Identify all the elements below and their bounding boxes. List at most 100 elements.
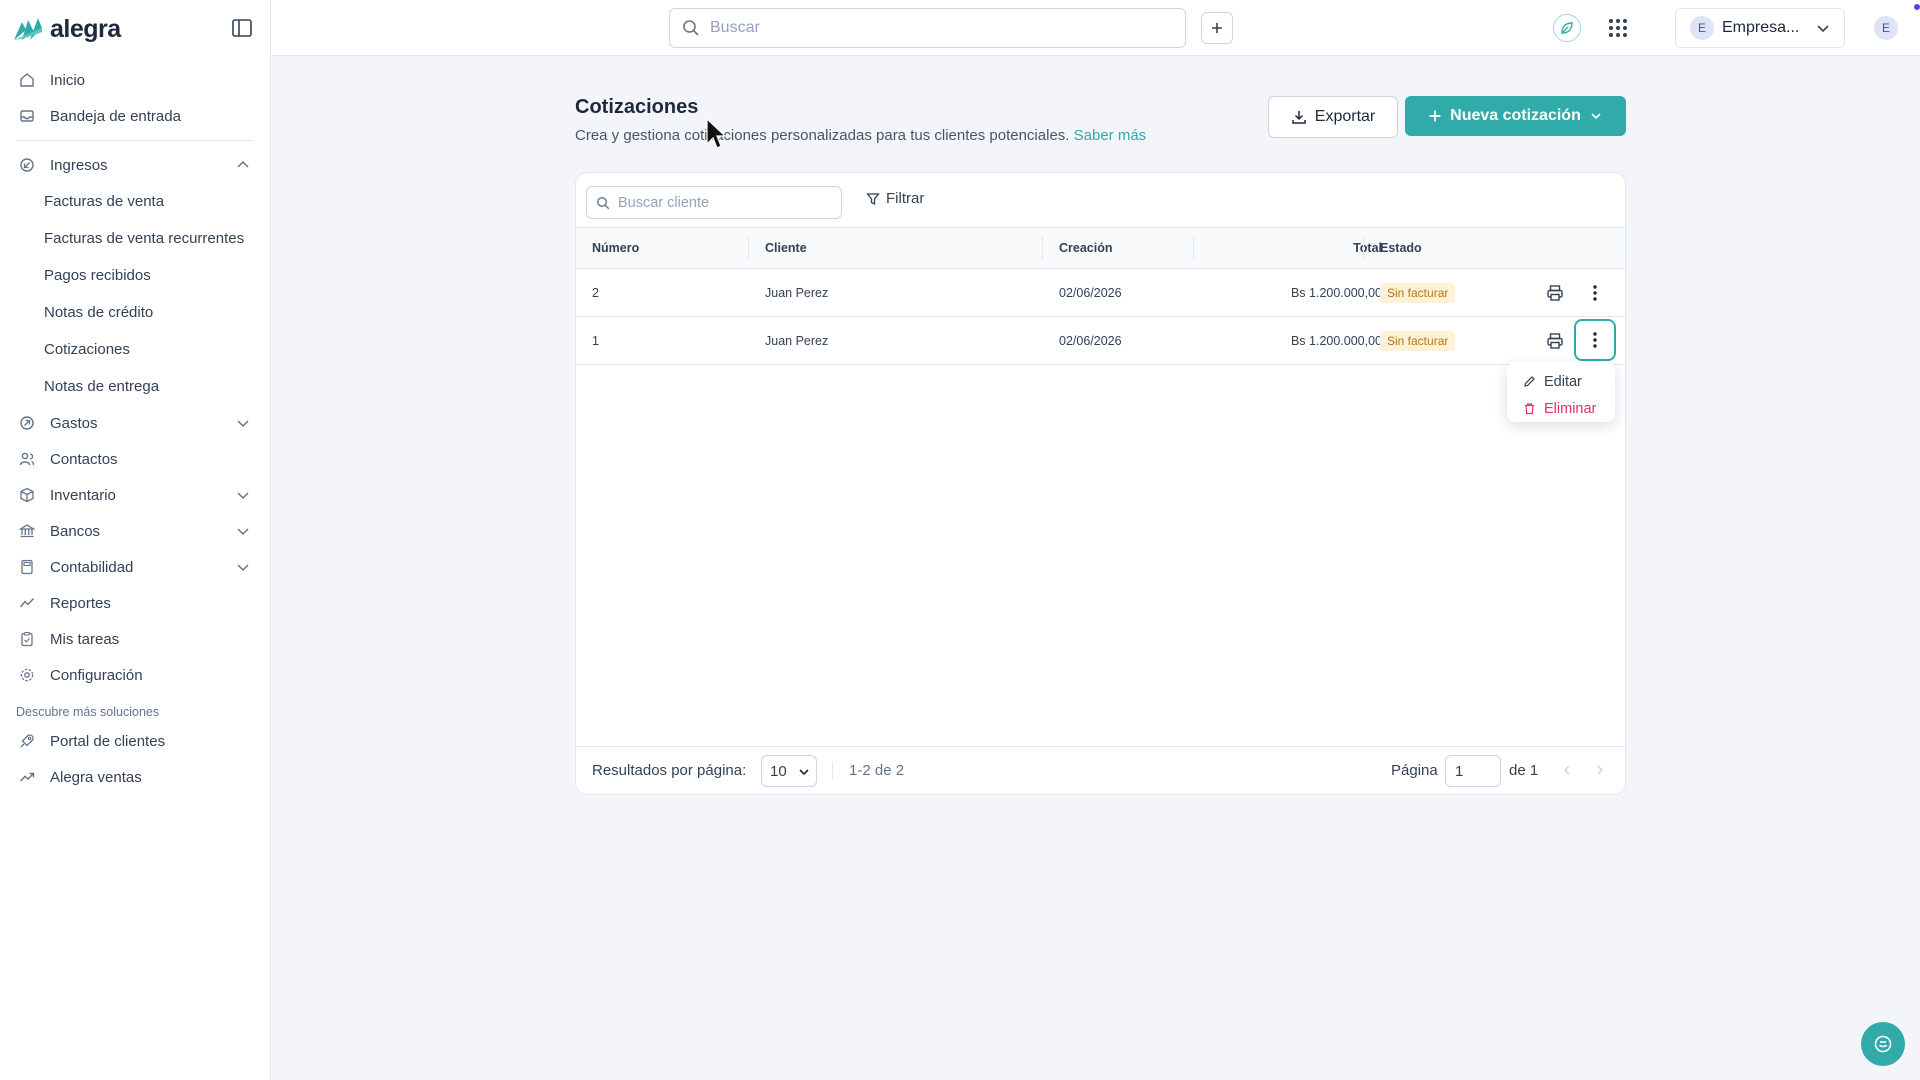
column-header-numero[interactable]: Número — [592, 228, 639, 268]
sidebar-item-label: Bandeja de entrada — [50, 107, 181, 125]
sidebar-item-inventario[interactable]: Inventario — [0, 477, 270, 513]
bank-icon — [18, 522, 36, 540]
chevron-down-icon — [799, 769, 809, 776]
sidebar: alegra Inicio Bandeja de entrada Ingreso… — [0, 0, 271, 1080]
more-vertical-icon — [1593, 285, 1597, 301]
sidebar-subitem-pagos-recibidos[interactable]: Pagos recibidos — [0, 257, 270, 294]
sidebar-item-contabilidad[interactable]: Contabilidad — [0, 549, 270, 585]
help-chat-button[interactable] — [1861, 1022, 1905, 1066]
discover-section-label: Descubre más soluciones — [16, 705, 160, 719]
export-label: Exportar — [1314, 108, 1376, 125]
chevron-down-icon — [237, 564, 249, 572]
trend-up-icon — [18, 768, 36, 786]
sidebar-item-portal-clientes[interactable]: Portal de clientes — [0, 723, 270, 759]
cell-estado: Sin facturar — [1380, 269, 1456, 316]
sidebar-item-ingresos[interactable]: Ingresos — [0, 147, 270, 183]
box-icon — [18, 486, 36, 504]
table-row[interactable]: 2 Juan Perez 02/06/2026 Bs 1.200.000,00 … — [576, 269, 1625, 317]
more-actions-button[interactable] — [1581, 279, 1609, 307]
sidebar-item-bancos[interactable]: Bancos — [0, 513, 270, 549]
sidebar-item-label: Contactos — [50, 450, 118, 468]
brand-logo[interactable]: alegra — [12, 14, 121, 44]
gear-icon — [18, 666, 36, 684]
chevron-left-icon[interactable] — [1560, 763, 1574, 777]
menu-item-delete[interactable]: Eliminar — [1507, 395, 1615, 422]
chevron-down-icon — [1591, 113, 1601, 120]
sidebar-item-alegra-ventas[interactable]: Alegra ventas — [0, 759, 270, 795]
sidebar-item-label: Reportes — [50, 594, 111, 612]
sidebar-nav: Inicio Bandeja de entrada Ingresos Factu… — [0, 62, 270, 795]
contacts-icon — [18, 450, 36, 468]
company-name: Empresa... — [1722, 19, 1800, 36]
cell-total: Bs 1.200.000,00 — [1290, 285, 1382, 300]
notification-dot — [1914, 4, 1920, 10]
sidebar-item-gastos[interactable]: Gastos — [0, 405, 270, 441]
more-actions-button-active[interactable] — [1574, 319, 1616, 361]
sidebar-item-bandeja[interactable]: Bandeja de entrada — [0, 98, 270, 134]
sidebar-item-inicio[interactable]: Inicio — [0, 62, 270, 98]
print-button[interactable] — [1541, 279, 1569, 307]
column-separator — [1363, 236, 1364, 260]
sidebar-item-label: Inicio — [50, 71, 86, 89]
sidebar-subitem-facturas-recurrentes[interactable]: Facturas de venta recurrentes — [0, 220, 270, 257]
sustainability-button[interactable] — [1553, 14, 1581, 42]
column-separator — [748, 236, 749, 260]
table-row[interactable]: 1 Juan Perez 02/06/2026 Bs 1.200.000,00 … — [576, 317, 1625, 365]
sidebar-subitem-cotizaciones[interactable]: Cotizaciones — [0, 331, 270, 368]
chevron-right-icon[interactable] — [1593, 763, 1607, 777]
sidebar-item-contactos[interactable]: Contactos — [0, 441, 270, 477]
sidebar-item-mis-tareas[interactable]: Mis tareas — [0, 621, 270, 657]
sidebar-item-label: Mis tareas — [50, 630, 120, 648]
global-search[interactable] — [669, 8, 1186, 48]
new-quote-button[interactable]: Nueva cotización — [1405, 96, 1626, 136]
company-selector[interactable]: E Empresa... — [1675, 8, 1845, 48]
sidebar-subitem-notas-credito[interactable]: Notas de crédito — [0, 294, 270, 331]
learn-more-link[interactable]: Saber más — [1074, 127, 1147, 144]
user-avatar[interactable]: E — [1874, 16, 1898, 40]
export-button[interactable]: Exportar — [1268, 96, 1398, 138]
chevron-down-icon — [237, 420, 249, 428]
mouse-cursor-icon — [706, 118, 726, 149]
apps-grid-button[interactable] — [1607, 17, 1629, 39]
client-search-input[interactable] — [618, 194, 838, 211]
filter-button[interactable]: Filtrar — [866, 190, 924, 207]
sidebar-subitem-notas-entrega[interactable]: Notas de entrega — [0, 368, 270, 405]
quotes-table-card: Filtrar Número Cliente Creación Total Es… — [575, 172, 1626, 795]
printer-icon — [1547, 285, 1563, 301]
clipboard-icon — [18, 630, 36, 648]
sidebar-toggle-icon — [232, 19, 252, 37]
cell-cliente: Juan Perez — [765, 333, 829, 348]
table-pagination: Resultados por página: 10 1-2 de 2 Págin… — [576, 746, 1625, 794]
menu-item-label: Eliminar — [1544, 400, 1597, 417]
cell-creacion: 02/06/2026 — [1059, 333, 1122, 348]
page-number-input[interactable]: 1 — [1445, 755, 1501, 787]
cell-total: Bs 1.200.000,00 — [1290, 333, 1382, 348]
print-button[interactable] — [1541, 327, 1569, 355]
income-icon — [18, 156, 36, 174]
client-search[interactable] — [586, 186, 842, 219]
chevron-down-icon — [237, 492, 249, 500]
company-avatar: E — [1690, 16, 1714, 40]
sidebar-item-reportes[interactable]: Reportes — [0, 585, 270, 621]
calculator-icon — [18, 558, 36, 576]
inbox-icon — [18, 107, 36, 125]
per-page-select[interactable]: 10 — [761, 755, 817, 787]
column-separator — [1042, 236, 1043, 260]
global-search-input[interactable] — [710, 19, 1170, 37]
column-header-creacion[interactable]: Creación — [1059, 228, 1113, 268]
column-header-total[interactable]: Total — [1210, 228, 1382, 268]
menu-item-edit[interactable]: Editar — [1507, 368, 1615, 395]
column-header-cliente[interactable]: Cliente — [765, 228, 807, 268]
column-header-estado[interactable]: Estado — [1380, 228, 1422, 268]
cell-numero: 1 — [592, 333, 599, 348]
filter-icon — [866, 192, 880, 205]
sidebar-subitem-facturas-venta[interactable]: Facturas de venta — [0, 183, 270, 220]
sidebar-item-label: Alegra ventas — [50, 768, 142, 786]
collapse-sidebar-button[interactable] — [232, 19, 252, 37]
menu-item-label: Editar — [1544, 373, 1582, 390]
quick-add-button[interactable] — [1201, 12, 1233, 44]
cell-estado: Sin facturar — [1380, 317, 1456, 364]
plus-icon — [1212, 23, 1222, 33]
chevron-down-icon — [237, 528, 249, 536]
sidebar-item-configuracion[interactable]: Configuración — [0, 657, 270, 693]
